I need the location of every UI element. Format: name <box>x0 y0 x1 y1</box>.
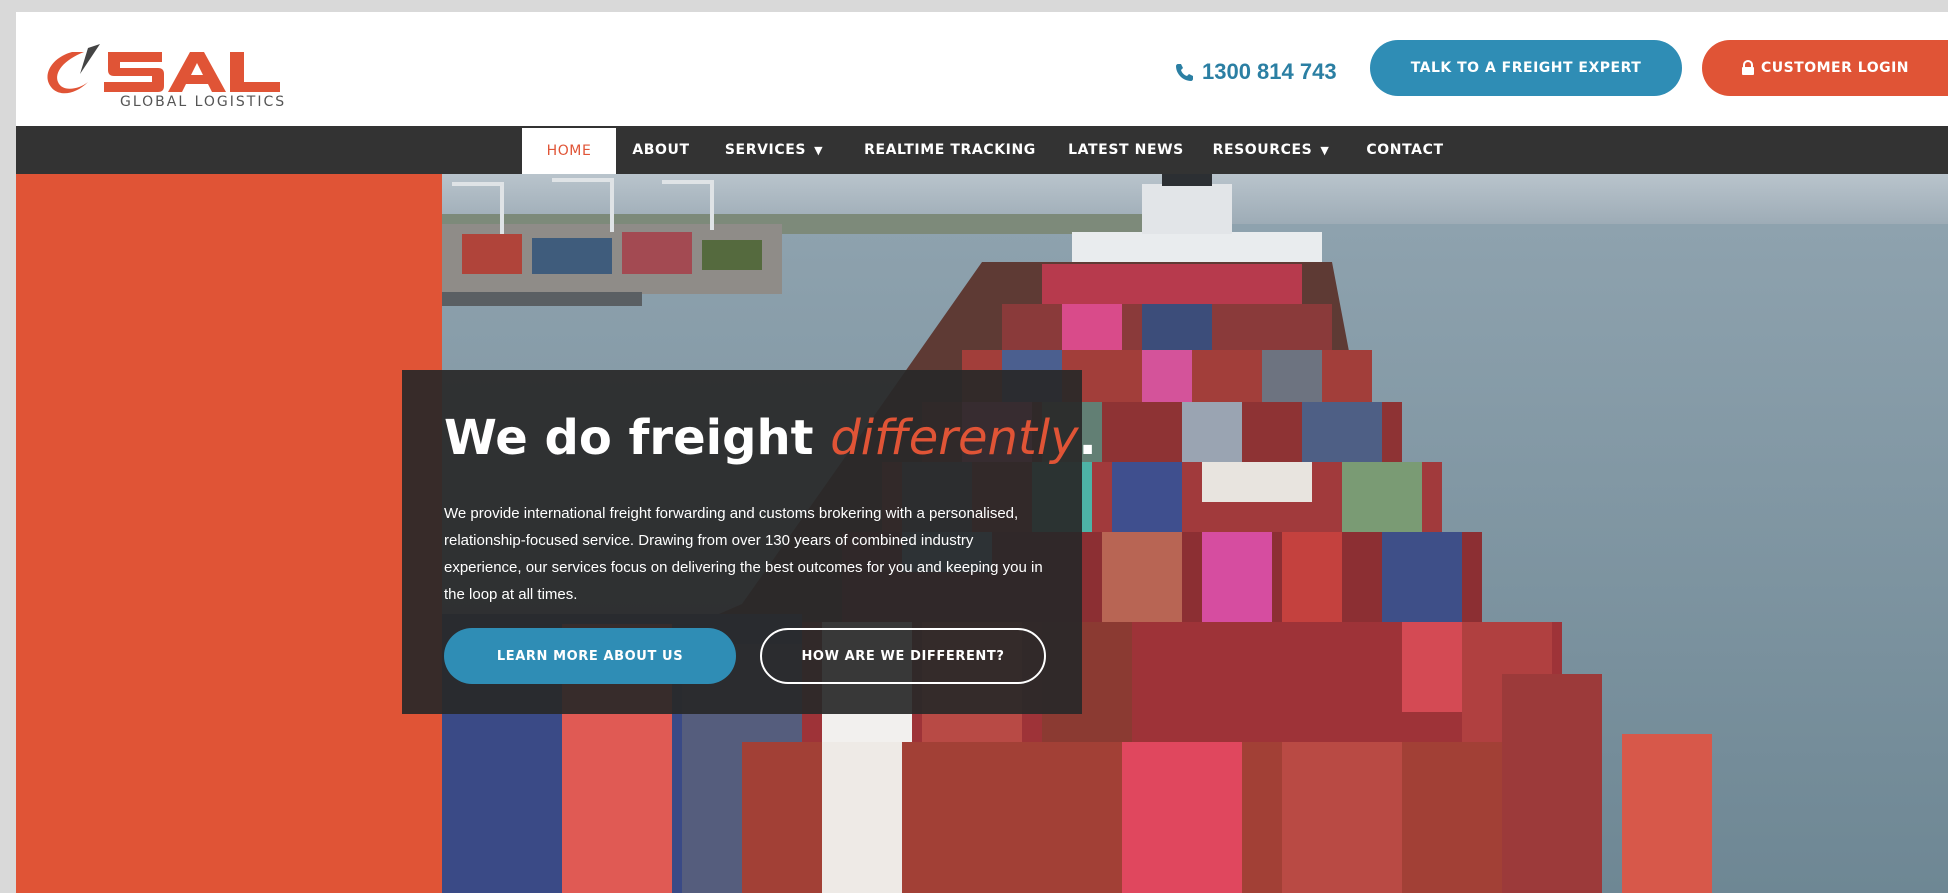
phone-number: 1300 814 743 <box>1202 59 1337 84</box>
chevron-down-icon: ▼ <box>814 143 824 157</box>
nav-label: ABOUT <box>632 142 690 158</box>
site-header: GLOBAL LOGISTICS 1300 814 743 TALK TO A … <box>16 12 1948 126</box>
nav-label: SERVICES <box>724 142 807 158</box>
hero-title-accent: differently <box>830 410 1079 466</box>
customer-login-label: CUSTOMER LOGIN <box>1760 60 1910 76</box>
nav-label: HOME <box>546 143 592 159</box>
phone-link[interactable]: 1300 814 743 <box>1174 54 1337 90</box>
chevron-down-icon: ▼ <box>1320 143 1330 157</box>
nav-item-realtime-tracking[interactable]: REALTIME TRACKING <box>854 126 1046 174</box>
nav-item-contact[interactable]: CONTACT <box>1358 126 1452 174</box>
learn-more-button[interactable]: LEARN MORE ABOUT US <box>444 628 736 684</box>
nav-item-about[interactable]: ABOUT <box>628 126 694 174</box>
main-nav: HOME ABOUT SERVICES ▼ REALTIME TRACKING … <box>16 126 1948 174</box>
logo-subtitle: GLOBAL LOGISTICS <box>120 94 287 110</box>
customer-login-button[interactable]: CUSTOMER LOGIN <box>1702 40 1948 96</box>
hero-panel: We do freight differently. We provide in… <box>402 370 1097 714</box>
hero-title: We do freight differently. <box>444 410 1097 466</box>
nav-item-home[interactable]: HOME <box>522 128 616 174</box>
how-different-button[interactable]: HOW ARE WE DIFFERENT? <box>760 628 1046 684</box>
nav-item-resources[interactable]: RESOURCES ▼ <box>1206 126 1336 174</box>
hero-accent-block <box>16 174 442 893</box>
logo[interactable]: GLOBAL LOGISTICS <box>32 34 312 114</box>
nav-label: CONTACT <box>1366 142 1444 158</box>
nav-item-services[interactable]: SERVICES ▼ <box>716 126 832 174</box>
nav-item-latest-news[interactable]: LATEST NEWS <box>1062 126 1190 174</box>
lock-icon <box>1741 60 1754 75</box>
nav-label: RESOURCES <box>1212 142 1313 158</box>
nav-label: LATEST NEWS <box>1068 142 1184 158</box>
talk-to-expert-button[interactable]: TALK TO A FREIGHT EXPERT <box>1370 40 1682 96</box>
hero-description: We provide international freight forward… <box>444 505 1043 603</box>
nav-label: REALTIME TRACKING <box>864 142 1036 158</box>
hero-title-end: . <box>1078 410 1097 466</box>
phone-icon <box>1176 64 1193 81</box>
hero-title-main: We do freight <box>444 410 831 466</box>
page: GLOBAL LOGISTICS 1300 814 743 TALK TO A … <box>16 12 1948 893</box>
